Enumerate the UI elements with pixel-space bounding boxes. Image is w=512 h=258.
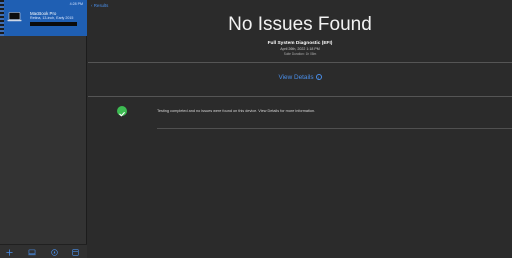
page-title: No Issues Found	[228, 14, 372, 35]
back-to-results-link[interactable]: ‹ Results	[91, 3, 108, 8]
result-message: Testing completed and no issues were fou…	[157, 109, 316, 113]
divider	[157, 128, 512, 129]
test-name: Full System Diagnostic (EFI)	[267, 41, 333, 46]
device-model: Retina, 13-inch, Early 2015	[30, 16, 74, 20]
test-date: April 26th, 2022 1:18 PM	[280, 47, 320, 51]
sidebar: 4:28 PM MacBook Pro Retina, 13-inch, Ear…	[0, 0, 87, 258]
main-panel: ‹ Results No Issues Found Full System Di…	[88, 0, 512, 258]
divider	[88, 62, 512, 63]
device-card[interactable]: 4:28 PM MacBook Pro Retina, 13-inch, Ear…	[0, 0, 87, 36]
redacted-serial	[30, 22, 77, 26]
info-icon: i	[315, 74, 322, 81]
sidebar-toolbar	[0, 244, 87, 258]
checkmark-icon	[117, 106, 127, 117]
device-time: 4:28 PM	[69, 2, 83, 6]
suite-duration: Suite Duration: 1h 08m	[283, 52, 317, 56]
divider	[88, 96, 512, 97]
view-details-label: View Details	[278, 74, 314, 81]
laptop-icon	[7, 12, 22, 22]
back-label: Results	[93, 3, 109, 8]
selection-stripe	[0, 0, 4, 36]
add-icon[interactable]	[5, 248, 14, 256]
chevron-left-icon: ‹	[91, 3, 93, 8]
compass-icon[interactable]	[50, 248, 59, 256]
view-details-link[interactable]: View Details i	[88, 74, 512, 81]
device-icon[interactable]	[27, 248, 36, 256]
archive-icon[interactable]	[71, 248, 80, 256]
